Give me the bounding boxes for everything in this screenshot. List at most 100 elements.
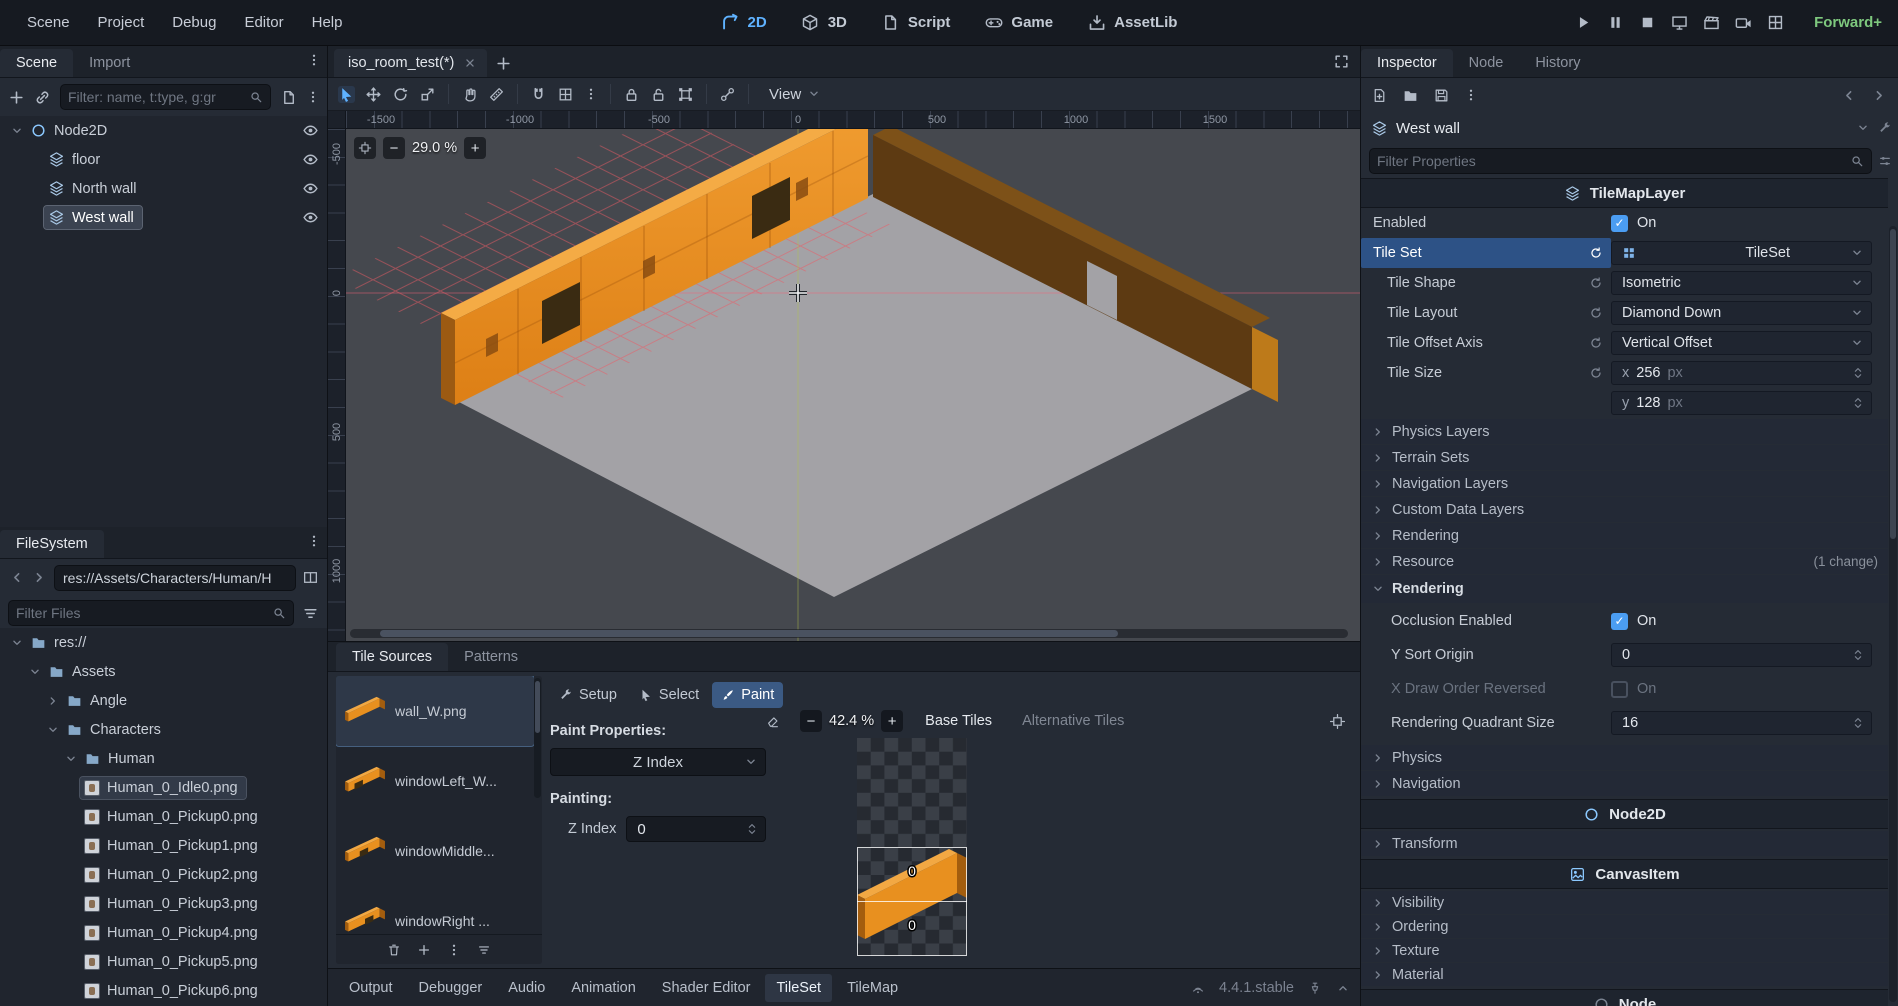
tile-size-y-field[interactable]: y128px [1611, 391, 1872, 415]
workspace-2d-button[interactable]: 2D [708, 7, 780, 38]
scene-tab-iso-room-test[interactable]: iso_room_test(*) [334, 49, 487, 77]
tab-alternative-tiles[interactable]: Alternative Tiles [1014, 710, 1132, 732]
tree-row-north-wall[interactable]: North wall [0, 174, 327, 203]
scene-dock-menu-icon[interactable] [307, 53, 321, 67]
mode-setup-button[interactable]: Setup [550, 682, 626, 708]
tile-source-window-left[interactable]: windowLeft_W... [336, 746, 534, 816]
group-visibility[interactable]: Visibility [1361, 891, 1888, 914]
workspace-script-button[interactable]: Script [868, 7, 964, 38]
revert-icon[interactable] [1589, 366, 1603, 380]
spinner-updown-icon[interactable] [745, 822, 759, 836]
inspected-node-name[interactable]: West wall [1396, 120, 1460, 137]
pause-button[interactable] [1606, 13, 1625, 32]
chevron-down-icon[interactable] [62, 752, 80, 766]
panel-output[interactable]: Output [338, 974, 404, 1002]
tile-size-x-field[interactable]: x256px [1611, 361, 1872, 385]
spinner-updown-icon[interactable] [1851, 396, 1865, 410]
viewport-hscrollbar[interactable] [350, 629, 1348, 638]
visibility-eye-icon[interactable] [302, 180, 319, 197]
menu-scene[interactable]: Scene [14, 8, 83, 37]
attach-script-button[interactable] [280, 89, 297, 106]
select-tool-button[interactable] [338, 86, 355, 103]
version-label[interactable]: 4.4.1.stable [1219, 980, 1294, 996]
z-index-spinner[interactable]: 0 [626, 816, 766, 842]
expand-viewport-icon[interactable] [1333, 53, 1350, 70]
movie-maker-button[interactable] [1734, 13, 1753, 32]
tab-history[interactable]: History [1519, 49, 1596, 77]
instantiate-scene-button[interactable] [34, 89, 51, 106]
zoom-out-button[interactable]: − [383, 137, 405, 159]
vertical-ruler[interactable]: -500 0 500 1000 [328, 129, 346, 641]
menu-project[interactable]: Project [85, 8, 158, 37]
tree-row-node2d[interactable]: Node2D [0, 116, 327, 145]
group-transform[interactable]: Transform [1361, 831, 1888, 856]
panel-tileset[interactable]: TileSet [765, 974, 832, 1002]
tab-tile-sources[interactable]: Tile Sources [336, 643, 448, 671]
tile-source-window-right[interactable]: windowRight ... [336, 886, 534, 932]
chevron-down-icon[interactable] [8, 636, 26, 650]
file-row[interactable]: Human_0_Pickup0.png [0, 802, 327, 831]
tab-import[interactable]: Import [73, 49, 146, 77]
property-label-selected[interactable]: Tile Set [1361, 238, 1611, 268]
quadrant-size-field[interactable]: 16 [1611, 711, 1872, 735]
pan-tool-button[interactable] [461, 86, 478, 103]
ruler-tool-button[interactable] [488, 86, 505, 103]
group-material[interactable]: Material [1361, 963, 1888, 986]
history-forward-icon[interactable] [1871, 87, 1888, 104]
panel-audio[interactable]: Audio [497, 974, 556, 1002]
unlock-button[interactable] [650, 86, 667, 103]
scene-tree-menu-icon[interactable] [306, 90, 320, 104]
panel-animation[interactable]: Animation [560, 974, 646, 1002]
file-row[interactable]: Human_0_Pickup2.png [0, 860, 327, 889]
revert-icon[interactable] [1589, 336, 1603, 350]
scrollbar-thumb[interactable] [380, 630, 1119, 637]
spinner-updown-icon[interactable] [1851, 716, 1865, 730]
group-ordering[interactable]: Ordering [1361, 915, 1888, 938]
group-physics-layers[interactable]: Physics Layers [1361, 419, 1888, 444]
folder-row-characters[interactable]: Characters [0, 715, 327, 744]
tileset-resource-picker[interactable]: TileSet [1611, 241, 1872, 265]
section-rendering[interactable]: Rendering [1361, 575, 1888, 603]
load-resource-icon[interactable] [1402, 87, 1419, 104]
menu-help[interactable]: Help [299, 8, 356, 37]
canvas-scene[interactable] [328, 111, 1360, 641]
chevron-down-icon[interactable] [26, 665, 44, 679]
lock-button[interactable] [623, 86, 640, 103]
group-navigation-layers[interactable]: Navigation Layers [1361, 471, 1888, 496]
expand-panel-icon[interactable] [1336, 981, 1350, 995]
play-button[interactable] [1574, 13, 1593, 32]
add-source-icon[interactable] [417, 943, 431, 957]
scene-filter-input[interactable] [60, 84, 271, 110]
x-draw-order-checkbox[interactable] [1611, 681, 1628, 698]
visibility-eye-icon[interactable] [302, 151, 319, 168]
renderer-selector[interactable]: Forward+ [1814, 14, 1882, 31]
save-resource-icon[interactable] [1433, 87, 1450, 104]
scale-tool-button[interactable] [419, 86, 436, 103]
menu-editor[interactable]: Editor [231, 8, 296, 37]
close-icon[interactable] [463, 56, 477, 70]
workspace-3d-button[interactable]: 3D [788, 7, 860, 38]
group-navigation[interactable]: Navigation [1361, 771, 1888, 796]
menu-debug[interactable]: Debug [159, 8, 229, 37]
atlas-canvas[interactable]: 0 0 [766, 738, 1356, 964]
occlusion-checkbox[interactable] [1611, 613, 1628, 630]
property-filter-input[interactable] [1369, 148, 1872, 174]
file-row[interactable]: Human_0_Idle0.png [0, 773, 327, 802]
atlas-zoom-out-button[interactable]: − [800, 710, 822, 732]
move-tool-button[interactable] [365, 86, 382, 103]
panel-debugger[interactable]: Debugger [408, 974, 494, 1002]
paint-property-dropdown[interactable]: Z Index [550, 748, 766, 776]
atlas-eraser-icon[interactable] [766, 714, 780, 728]
group-physics[interactable]: Physics [1361, 745, 1888, 770]
resource-menu-icon[interactable] [1464, 88, 1478, 102]
workspace-game-button[interactable]: Game [971, 7, 1066, 38]
inspector-scrollbar[interactable] [1889, 226, 1897, 1002]
file-row[interactable]: Human_0_Pickup3.png [0, 889, 327, 918]
source-menu-icon[interactable] [447, 943, 461, 957]
remote-debug-button[interactable] [1670, 13, 1689, 32]
file-row[interactable]: Human_0_Pickup1.png [0, 831, 327, 860]
chevron-right-icon[interactable] [44, 694, 62, 708]
view-menu-button[interactable]: View [761, 82, 829, 107]
workspace-assetlib-button[interactable]: AssetLib [1074, 7, 1190, 38]
tile-source-wall-w[interactable]: wall_W.png [336, 676, 534, 746]
